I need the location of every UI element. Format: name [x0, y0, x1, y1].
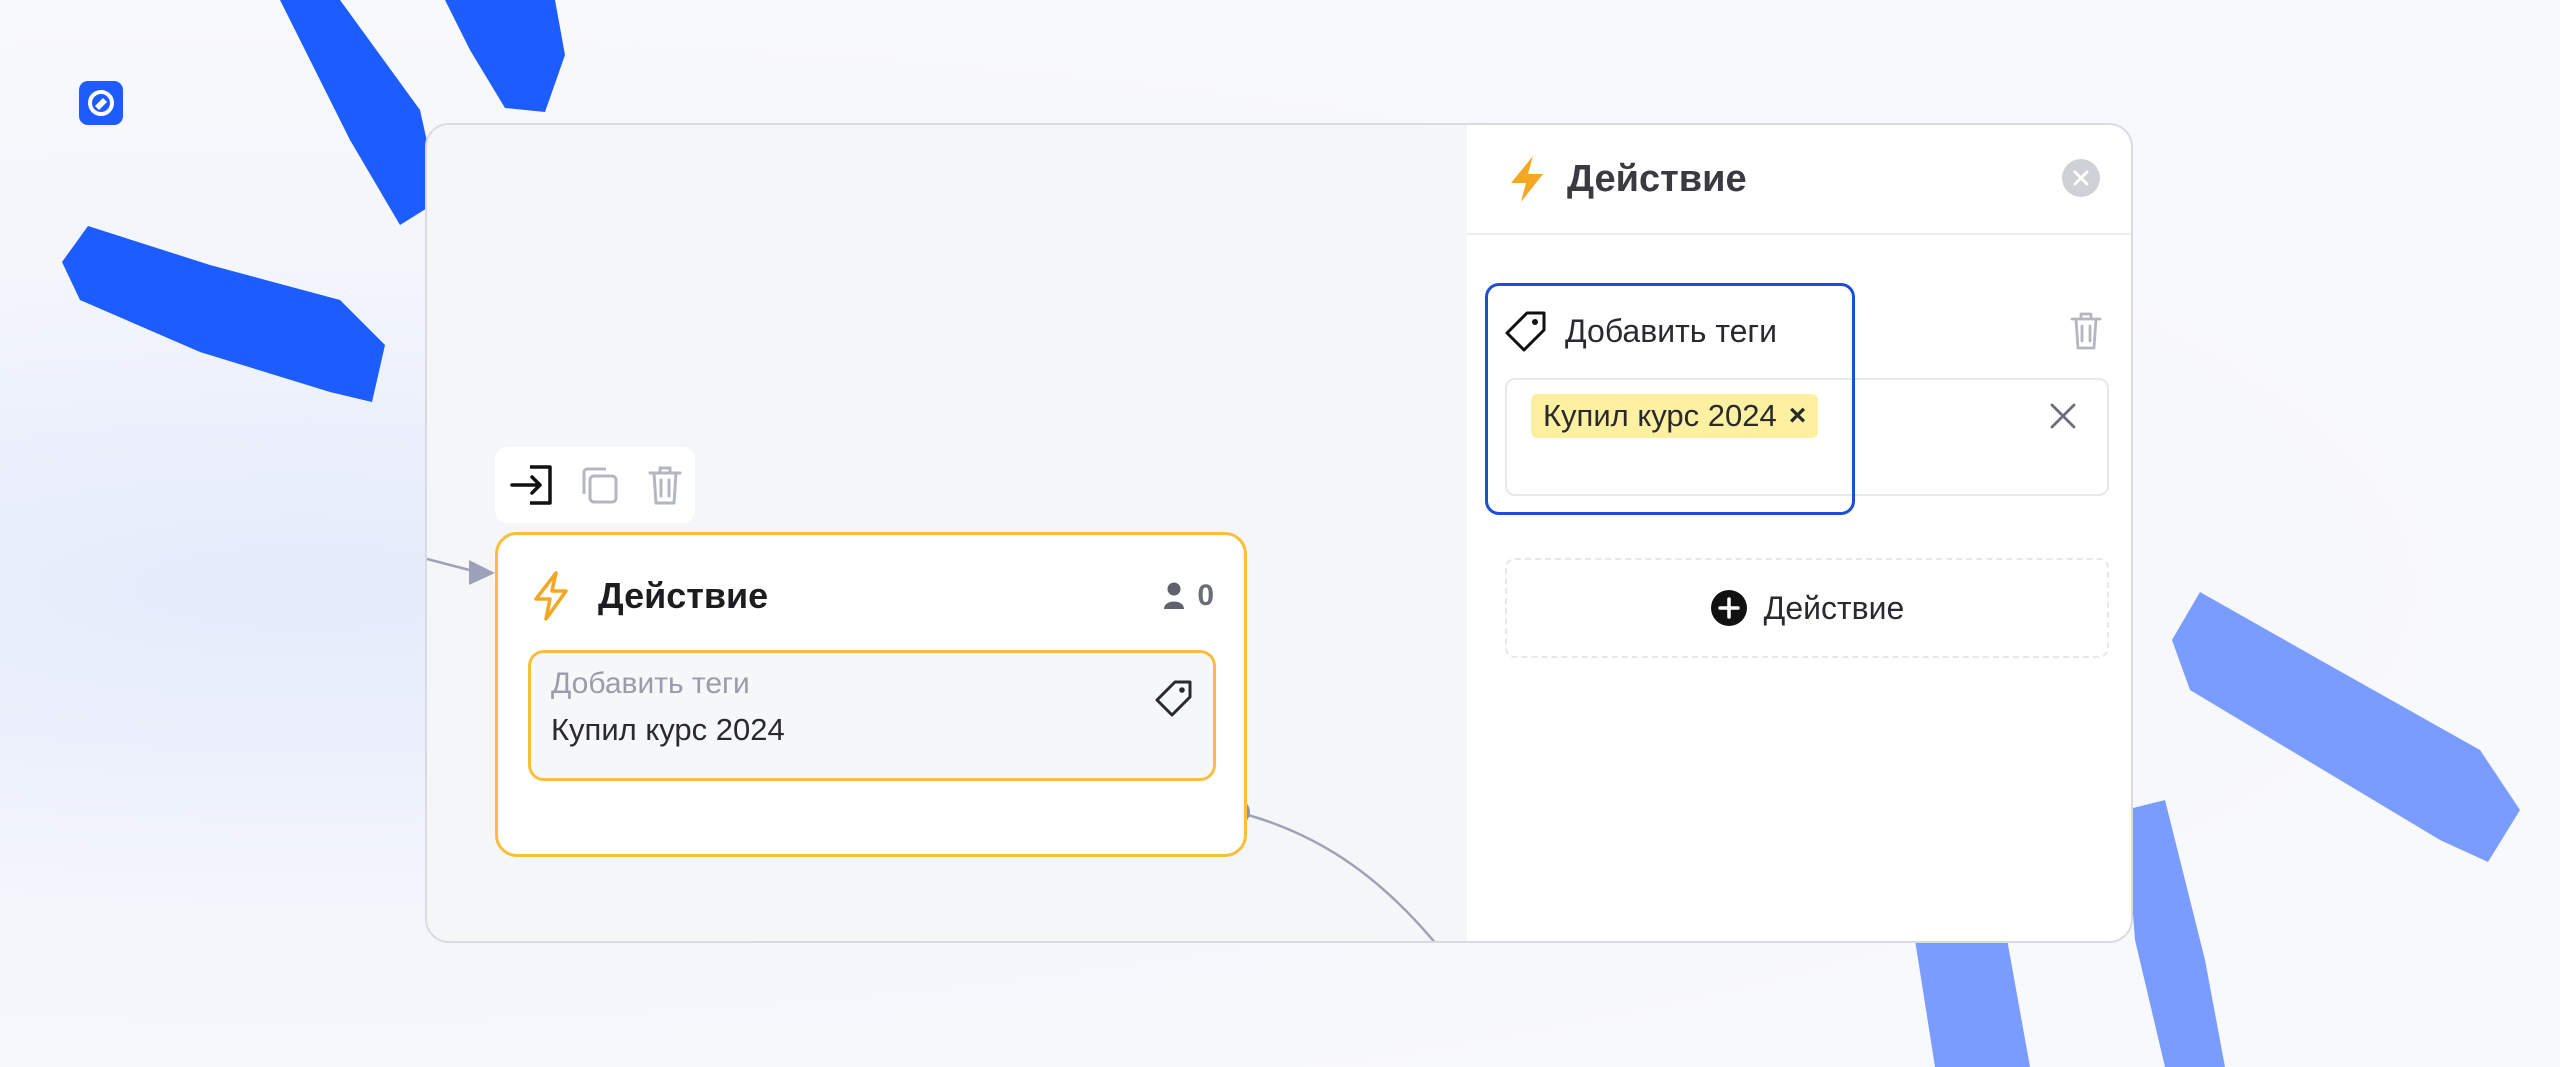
panel-header: Действие: [1467, 125, 2131, 235]
plus-circle-icon: [1710, 590, 1747, 626]
node-user-count: 0: [1163, 579, 1214, 613]
node-step-add-tags[interactable]: Добавить теги Купил курс 2024: [528, 650, 1216, 781]
trash-icon: [2070, 312, 2102, 350]
tags-input[interactable]: Купил курс 2024 ×: [1505, 378, 2109, 496]
enter-icon: [510, 465, 552, 505]
action-settings-panel: Действие Добавить теги Купил курс 2024 ×: [1467, 125, 2131, 941]
step-value: Купил курс 2024: [551, 712, 785, 747]
tag-chip-label: Купил курс 2024: [1543, 398, 1777, 433]
move-node-button[interactable]: [507, 459, 559, 511]
user-icon: [1164, 582, 1185, 609]
user-count-value: 0: [1197, 579, 1214, 612]
brand-logo[interactable]: [79, 81, 123, 125]
action-node[interactable]: Действие 0 Добавить теги Купил курс 2024: [495, 532, 1247, 857]
tag-chip: Купил курс 2024 ×: [1531, 394, 1819, 438]
trash-icon: [648, 466, 682, 505]
tag-block-header: Добавить теги: [1505, 310, 1777, 352]
copy-icon: [582, 467, 618, 504]
brand-logo-icon: [88, 90, 114, 116]
close-icon[interactable]: [2049, 402, 2077, 430]
delete-node-button[interactable]: [639, 459, 691, 511]
close-icon: [2073, 170, 2089, 186]
tag-block-title: Добавить теги: [1565, 312, 1777, 349]
lightning-icon: [534, 571, 568, 621]
tag-icon: [1505, 311, 1546, 352]
flow-canvas[interactable]: Действие 0 Добавить теги Купил курс 2024: [427, 125, 1467, 941]
remove-tag-button[interactable]: ×: [1789, 399, 1807, 433]
step-label: Добавить теги: [551, 667, 750, 700]
node-title: Действие: [598, 575, 769, 616]
copy-node-button[interactable]: [573, 459, 625, 511]
node-header: Действие 0: [532, 571, 1214, 621]
editor-window: Действие 0 Добавить теги Купил курс 2024: [425, 123, 2133, 943]
panel-title: Действие: [1567, 157, 1747, 200]
close-panel-button[interactable]: [2062, 159, 2100, 197]
node-toolbar: [495, 447, 695, 523]
delete-tag-block-button[interactable]: [2069, 311, 2103, 356]
add-action-button[interactable]: Действие: [1505, 558, 2109, 658]
add-action-label: Действие: [1763, 589, 1905, 626]
tag-icon: [1155, 680, 1192, 717]
lightning-icon: [1511, 156, 1543, 202]
